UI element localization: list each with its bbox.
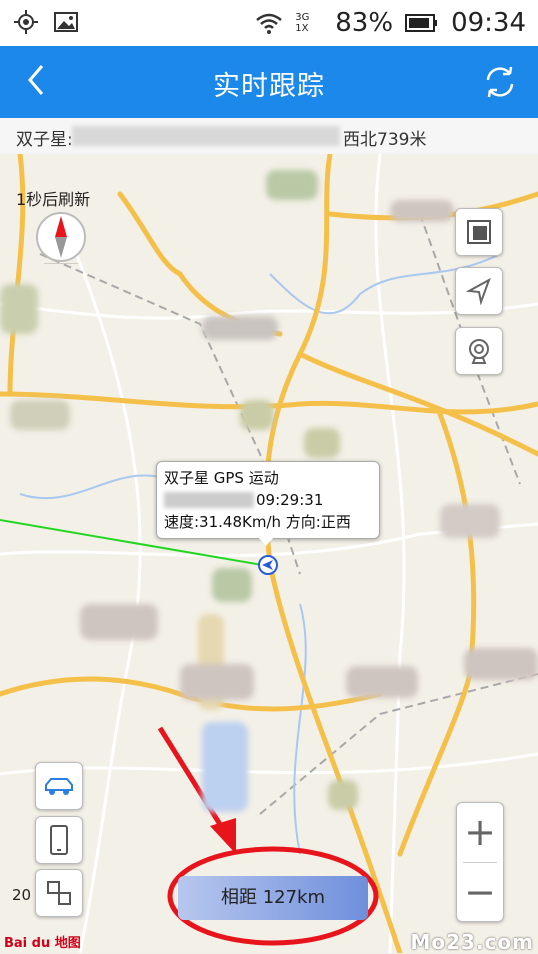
vehicle-info-popup[interactable]: 双子星 GPS 运动 09:29:31 速度:31.48Km/h 方向:正西 [156,461,380,546]
page-title: 实时跟踪 [213,71,325,102]
blurred-label [202,316,278,340]
image-icon [54,12,78,32]
map-provider-logo: Bai du 地图 [4,936,81,951]
scale-label: 20 [12,886,32,904]
app-bar: 实时跟踪 [0,46,538,118]
layers-icon [467,220,491,244]
switch-view-button[interactable] [35,869,83,917]
info-bar: 双子星: 西北739米 [0,118,538,155]
blurred-label [0,284,38,334]
popup-title: 双子星 GPS 运动 [164,469,279,487]
blurred-label [440,504,500,538]
blurred-label [212,568,252,602]
popup-time: 09:29:31 [256,491,324,509]
popup-speed-direction: 速度:31.48Km/h 方向:正西 [164,513,351,531]
camera-icon [469,339,489,364]
distance-label: 相距 127km [178,876,368,920]
blurred-label [202,722,248,812]
location-target-icon [14,10,38,34]
status-bar: 3G 1X 83% 09:34 [0,0,538,46]
blurred-label [266,170,318,200]
blurred-label [10,400,70,430]
phone-icon [50,825,68,855]
blurred-label [464,648,538,680]
phone-button[interactable] [35,816,83,864]
popup-tail [257,536,275,546]
navigate-icon [465,277,491,305]
battery-icon [405,14,438,32]
blurred-label [304,428,340,458]
relative-position: 西北739米 [343,130,427,150]
wifi-icon [256,13,283,34]
switch-icon [47,881,71,905]
blurred-date [164,492,254,508]
blurred-label [390,200,454,222]
battery-percent: 83% [335,8,394,38]
zoom-out-button[interactable]: − [457,863,503,921]
navigate-button[interactable] [455,267,503,315]
zoom-in-button[interactable]: + [457,803,503,861]
blurred-label [180,664,254,700]
refresh-countdown: 1秒后刷新 [16,190,91,209]
clock: 09:34 [451,8,526,38]
blurred-label [80,604,158,640]
blurred-address [72,126,340,146]
blurred-label [240,400,274,430]
compass-icon[interactable] [34,210,88,264]
device-name: 双子星: [16,130,73,150]
car-icon [45,778,73,795]
blurred-label [328,780,358,810]
layers-button[interactable] [455,208,503,256]
refresh-icon[interactable] [480,62,520,102]
zoom-control: + − [456,802,504,922]
vehicle-marker-icon[interactable] [257,554,279,576]
watermark: Mo23.com [410,930,534,954]
camera-button[interactable] [455,327,503,375]
blurred-label [346,666,418,698]
signal-indicator: 3G 1X [295,12,310,34]
car-button[interactable] [35,762,83,810]
